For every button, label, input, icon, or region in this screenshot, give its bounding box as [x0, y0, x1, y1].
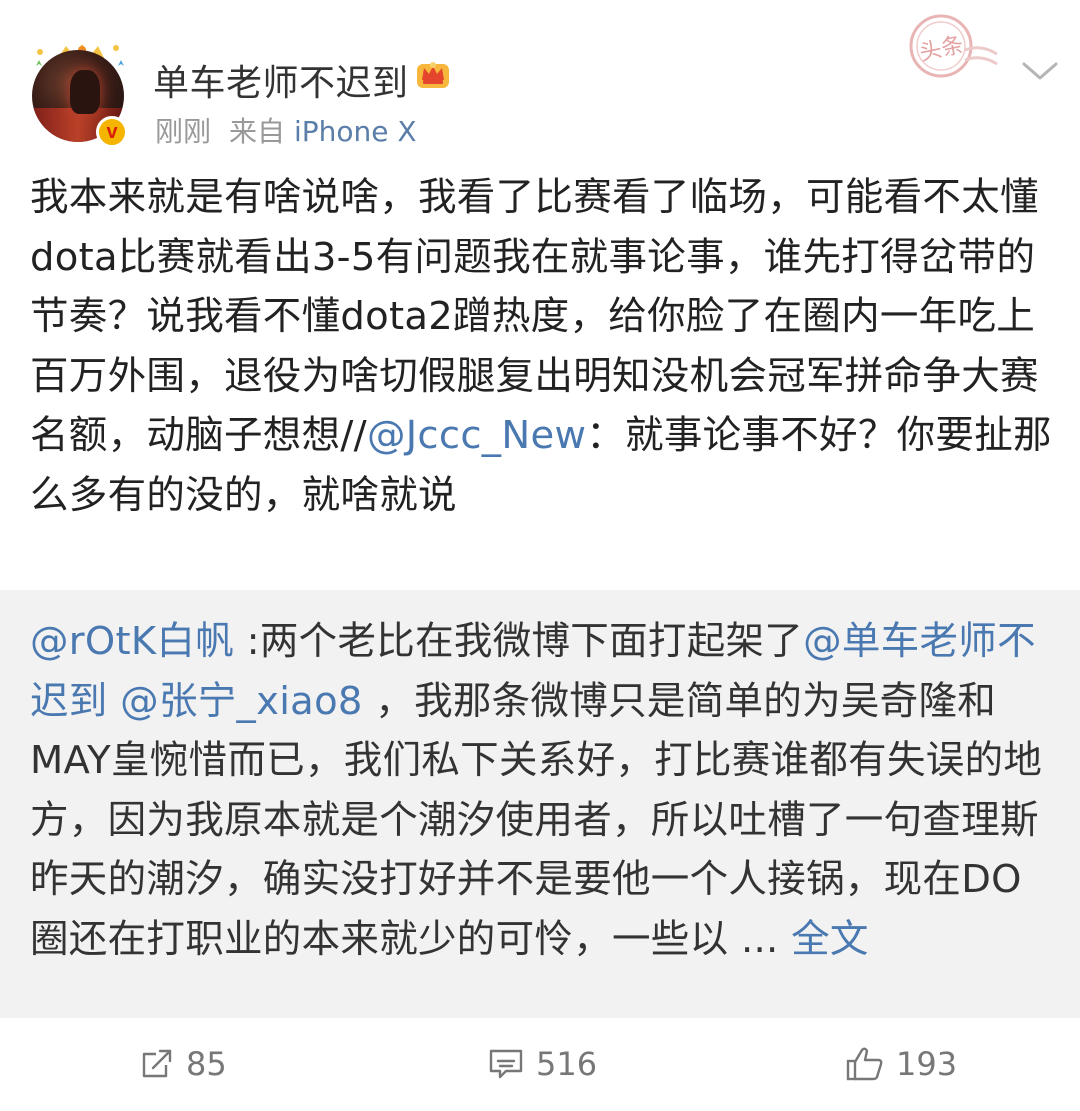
post-text: 我本来就是有啥说啥，我看了比赛看了临场，可能看不太懂dota比赛就看出3-5有问… — [30, 168, 1054, 525]
repost-button[interactable]: 85 — [140, 1036, 227, 1092]
repost-icon — [142, 1049, 172, 1078]
repost-count: 85 — [186, 1045, 227, 1083]
comment-button[interactable]: 516 — [488, 1036, 597, 1092]
retweet-author[interactable]: @rOtK白帆 — [30, 619, 234, 664]
like-button[interactable]: 193 — [846, 1036, 957, 1092]
mention-link[interactable]: @Jccc_New — [367, 413, 586, 458]
like-icon — [846, 1047, 883, 1081]
author-avatar[interactable]: v — [28, 44, 128, 148]
vip-crown-icon[interactable] — [415, 56, 451, 92]
like-count: 193 — [896, 1045, 958, 1083]
comment-icon — [489, 1049, 523, 1079]
verified-v-icon: v — [96, 116, 128, 148]
post-time: 刚刚 — [155, 115, 212, 148]
retweet-text: @rOtK白帆 :两个老比在我微博下面打起架了@单车老师不迟到 @张宁_xiao… — [30, 612, 1054, 969]
weibo-post-card: v 单车老师不迟到 刚刚 来自 iPhone X 头条 我本来就是有啥说啥，我看了… — [0, 0, 1080, 1111]
author-name[interactable]: 单车老师不迟到 — [153, 54, 409, 106]
retweet-body-1: :两个老比在我微博下面打起架了 — [234, 619, 804, 664]
comment-count: 516 — [536, 1045, 598, 1083]
source-prefix: 来自 — [229, 115, 286, 148]
full-text-link[interactable]: 全文 — [791, 917, 869, 962]
post-meta: 刚刚 来自 iPhone X — [155, 110, 417, 150]
chevron-down-icon[interactable] — [1020, 56, 1060, 86]
headline-stamp-icon: 头条 — [909, 14, 998, 78]
mention-link[interactable]: @张宁_xiao8 — [120, 679, 363, 724]
post-source[interactable]: iPhone X — [294, 115, 417, 148]
